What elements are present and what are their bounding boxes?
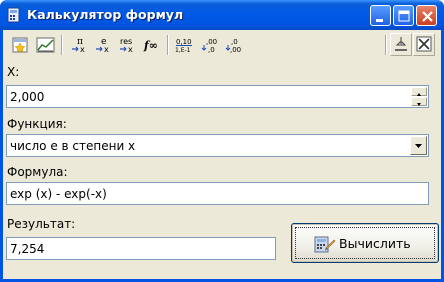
increase-decimals-icon: ,0,00 [225, 38, 241, 54]
increase-decimals-button[interactable]: ,0,00 [222, 34, 245, 56]
x-spinner[interactable] [411, 87, 427, 106]
chevron-down-icon [415, 144, 422, 148]
minimize-icon [376, 19, 383, 22]
toolbar: πx ex res x f∞ 0,10 1,E-1 ,00,0 ,0,00 [3, 30, 441, 60]
insert-result-button[interactable]: res x [115, 34, 138, 56]
toolbar-separator [385, 35, 387, 55]
client-area: πx ex res x f∞ 0,10 1,E-1 ,00,0 ,0,00 X:… [3, 30, 441, 279]
e-icon: ex [96, 37, 109, 54]
svg-text:f∞: f∞ [143, 39, 158, 52]
x-input[interactable]: 2,000 [6, 85, 429, 108]
function-icon: f∞ [143, 39, 158, 52]
toolbar-separator [61, 35, 63, 55]
chart-icon [36, 37, 55, 53]
pin-icon [395, 37, 407, 51]
calculator-window: Калькулятор формул πx ex res x f∞ 0,10 1… [0, 0, 444, 282]
calculate-icon [314, 234, 336, 257]
app-icon [6, 7, 22, 23]
svg-text:,0: ,0 [231, 38, 238, 46]
toolbar-separator [167, 35, 169, 55]
calculate-button-label: Вычислить [339, 236, 411, 251]
function-label: Функция: [7, 117, 67, 131]
stay-on-top-button[interactable] [390, 33, 412, 56]
x-label: X: [7, 65, 20, 79]
svg-text:0,10: 0,10 [176, 38, 192, 46]
formula-label: Формула: [7, 165, 68, 179]
spin-down-button[interactable] [411, 97, 427, 106]
minimize-button[interactable] [370, 5, 391, 26]
svg-text:,00: ,00 [230, 46, 241, 54]
new-icon [12, 37, 28, 53]
pi-icon: πx [72, 37, 85, 54]
arrow-down-icon [417, 103, 421, 106]
function-dropdown-button[interactable] [410, 136, 427, 155]
new-button[interactable] [9, 34, 32, 56]
close-panel-button[interactable] [413, 33, 435, 56]
svg-text:1,E-1: 1,E-1 [175, 47, 191, 54]
close-icon [416, 36, 432, 52]
svg-text:,00: ,00 [206, 38, 217, 46]
x-value: 2,000 [10, 90, 45, 104]
spin-up-button[interactable] [411, 87, 427, 96]
decrease-decimals-button[interactable]: ,00,0 [198, 34, 221, 56]
maximize-button[interactable] [393, 5, 414, 26]
function-value: число е в степени x [10, 139, 136, 153]
title-bar[interactable]: Калькулятор формул [0, 0, 444, 30]
result-label: Результат: [7, 217, 76, 231]
res-icon: resx [120, 37, 133, 54]
formula-input[interactable]: exp (x) - exp(-x) [6, 182, 429, 205]
function-select[interactable]: число е в степени x [6, 134, 429, 157]
insert-e-button[interactable]: ex [91, 34, 114, 56]
function-button[interactable]: f∞ [140, 34, 163, 56]
close-button[interactable] [416, 5, 437, 26]
calculate-button[interactable]: Вычислить [291, 223, 439, 263]
svg-text:x: x [80, 45, 85, 54]
chart-button[interactable] [34, 34, 57, 56]
svg-text:x: x [104, 45, 109, 54]
result-output[interactable]: 7,254 [6, 237, 276, 260]
window-title: Калькулятор формул [27, 7, 184, 22]
formula-value: exp (x) - exp(-x) [10, 187, 107, 201]
scientific-format-icon: 0,101,E-1 [175, 38, 192, 54]
decrease-decimals-icon: ,00,0 [201, 38, 217, 54]
insert-pi-button[interactable]: πx [67, 34, 90, 56]
maximize-icon [398, 10, 410, 22]
format-scientific-button[interactable]: 0,10 1,E-1 [173, 34, 196, 56]
svg-text:x: x [128, 45, 133, 54]
result-value: 7,254 [10, 242, 45, 256]
close-icon [422, 11, 433, 22]
svg-text:,0: ,0 [208, 46, 215, 54]
